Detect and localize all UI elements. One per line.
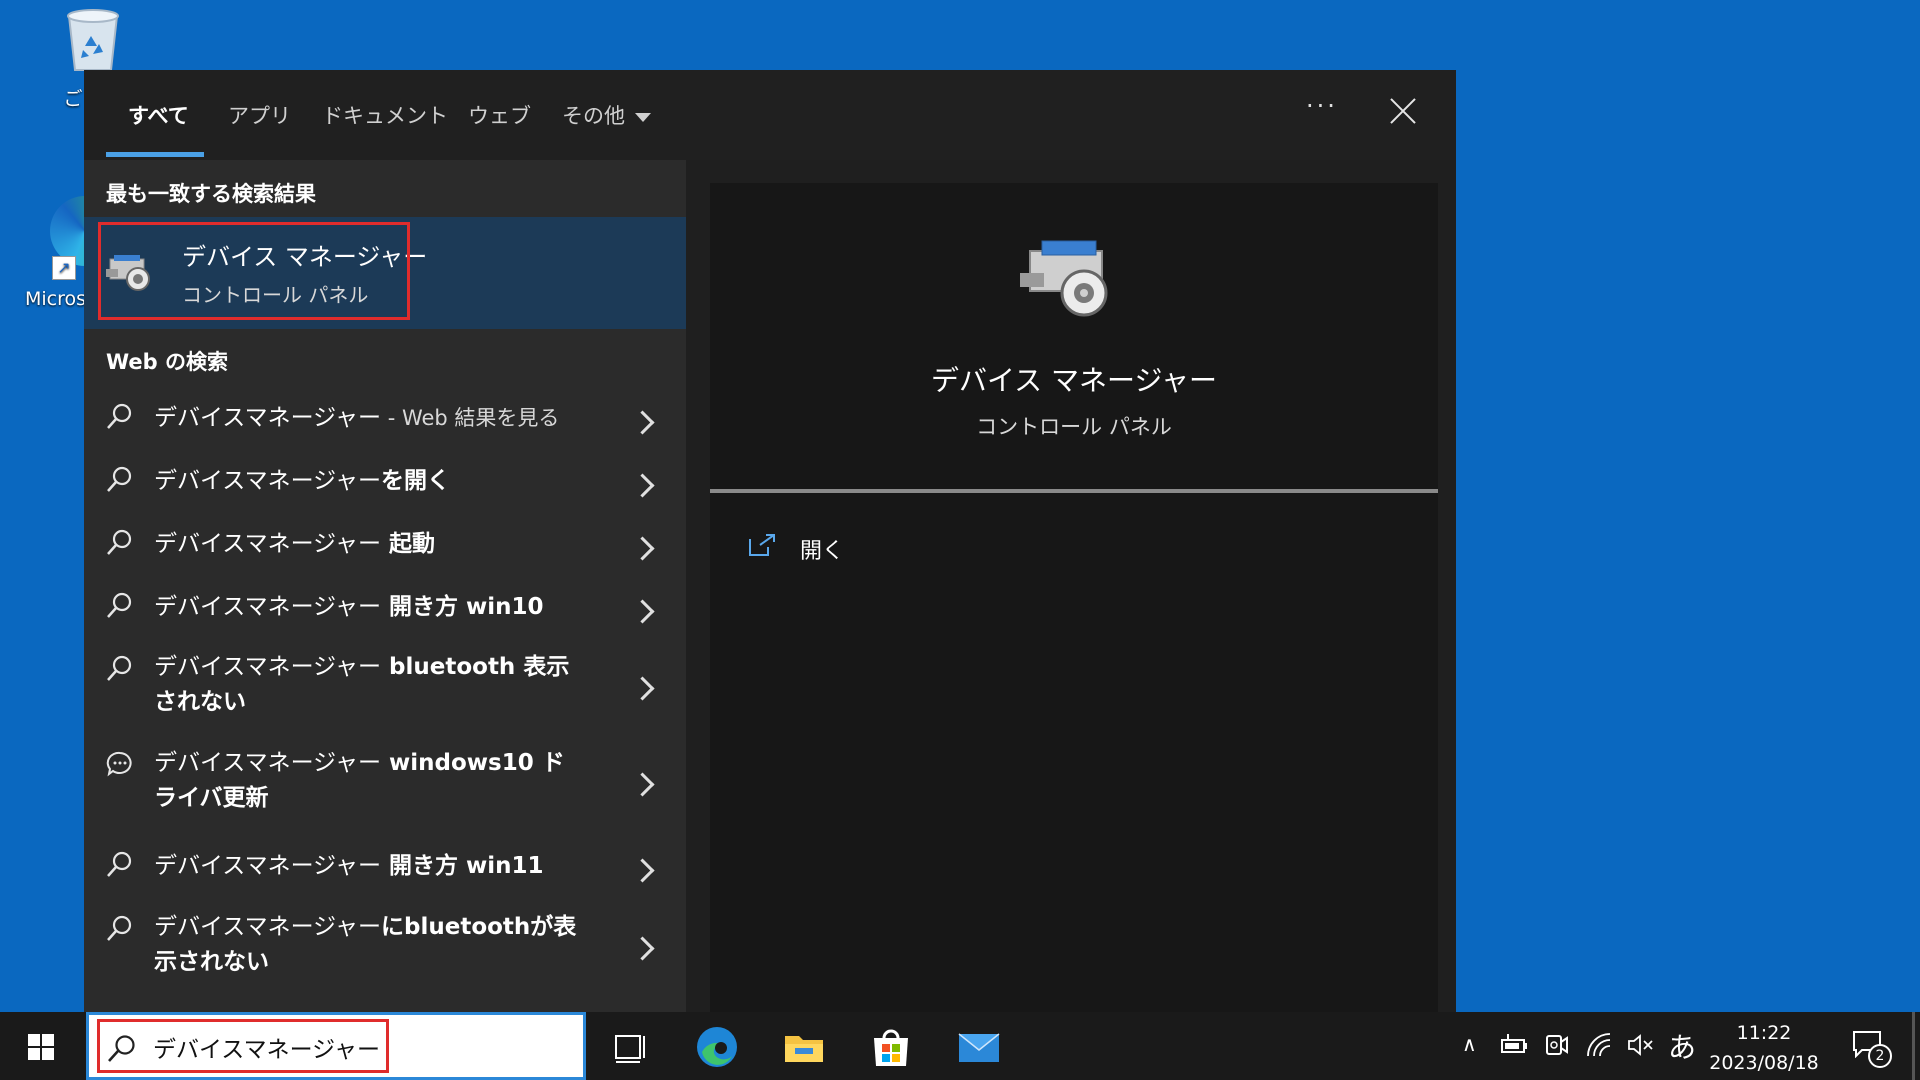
result-suffix: 開き方 win10: [381, 594, 544, 620]
result-query: デバイスマネージャー: [154, 750, 382, 776]
web-result-item[interactable]: デバイスマネージャー - Web 結果を見る: [84, 394, 686, 444]
search-icon: [107, 655, 132, 681]
divider: [710, 489, 1438, 493]
chevron-right-icon: [630, 936, 655, 961]
chevron-right-icon: [630, 676, 655, 701]
open-label: 開く: [800, 539, 845, 564]
web-result-item[interactable]: デバイスマネージャー 開き方 win11: [84, 842, 686, 892]
search-icon: [107, 529, 132, 555]
tab-web[interactable]: ウェブ: [468, 100, 531, 130]
web-result-item[interactable]: デバイスマネージャー windows10 ドライバ更新: [84, 742, 686, 822]
device-manager-icon: [1020, 237, 1120, 323]
tab-apps[interactable]: アプリ: [228, 100, 291, 130]
edge-label: Micros: [25, 288, 87, 310]
recycle-bin-icon: [63, 6, 123, 72]
result-query: デバイスマネージャー: [154, 468, 382, 494]
best-match-heading: 最も一致する検索結果: [106, 182, 316, 206]
mail-icon[interactable]: [956, 1024, 1002, 1070]
tab-documents[interactable]: ドキュメント: [322, 100, 448, 130]
close-icon[interactable]: [1386, 94, 1420, 128]
preview-subtitle: コントロール パネル: [976, 415, 1172, 439]
clock-time: 11:22: [1736, 1022, 1792, 1044]
windows-start-icon[interactable]: [28, 1034, 54, 1060]
result-query: デバイスマネージャー: [154, 853, 382, 879]
task-view-icon[interactable]: [608, 1024, 654, 1070]
chevron-right-icon: [630, 772, 655, 797]
tab-more[interactable]: その他: [562, 100, 651, 130]
web-result-item[interactable]: デバイスマネージャー 起動: [84, 520, 686, 570]
result-suffix: 起動: [381, 531, 436, 557]
ime-indicator[interactable]: あ: [1668, 1026, 1696, 1066]
result-query: デバイスマネージャー: [154, 914, 382, 940]
battery-icon[interactable]: [1500, 1032, 1530, 1058]
highlight-box: [98, 222, 410, 320]
preview-pane: デバイス マネージャー コントロール パネル 開く: [710, 183, 1438, 1012]
active-tab-indicator: [106, 152, 204, 157]
result-suffix: を開く: [381, 468, 451, 494]
chevron-right-icon: [630, 858, 655, 883]
chevron-up-icon[interactable]: ∧: [1462, 1032, 1477, 1056]
search-panel: すべて アプリ ドキュメント ウェブ その他 ··· 最も一致する検索結果 デバ…: [84, 70, 1456, 1012]
network-icon[interactable]: [1586, 1032, 1614, 1058]
result-query: デバイスマネージャー: [154, 594, 382, 620]
tab-more-label: その他: [562, 104, 625, 128]
result-query: デバイスマネージャー: [154, 654, 382, 680]
chevron-right-icon: [630, 473, 655, 498]
caret-down-icon: [635, 112, 651, 122]
search-icon: [107, 466, 132, 492]
result-suffix: 開き方 win11: [381, 853, 544, 879]
edge-browser-icon[interactable]: [694, 1024, 740, 1070]
chevron-right-icon: [630, 536, 655, 561]
web-result-item[interactable]: デバイスマネージャーを開く: [84, 457, 686, 507]
notification-center-button[interactable]: 2: [1852, 1030, 1892, 1068]
filter-tabs: すべて アプリ ドキュメント ウェブ その他 ···: [84, 70, 1456, 160]
show-desktop-button[interactable]: [1912, 1012, 1915, 1080]
result-query: デバイスマネージャー: [154, 405, 382, 431]
web-result-item[interactable]: デバイスマネージャーにbluetoothが表示されない: [84, 906, 686, 986]
volume-muted-icon[interactable]: [1626, 1032, 1654, 1058]
shortcut-arrow-icon: ↗: [52, 256, 76, 280]
web-result-item[interactable]: デバイスマネージャー 開き方 win10: [84, 583, 686, 633]
web-result-item[interactable]: デバイスマネージャー bluetooth 表示されない: [84, 646, 686, 726]
result-suffix: - Web 結果を見る: [381, 406, 560, 430]
results-list: 最も一致する検索結果 デバイス マネージャー コントロール パネル Web の検…: [84, 160, 686, 1012]
search-icon: [107, 403, 132, 429]
more-options-button[interactable]: ···: [1306, 92, 1338, 120]
web-search-heading: Web の検索: [106, 350, 229, 374]
open-external-icon: [749, 534, 775, 556]
chevron-right-icon: [630, 599, 655, 624]
system-clock[interactable]: 11:22 2023/08/18: [1698, 1018, 1830, 1078]
chevron-right-icon: [630, 410, 655, 435]
meet-now-icon[interactable]: [1544, 1032, 1570, 1058]
clock-date: 2023/08/18: [1709, 1052, 1819, 1074]
result-query: デバイスマネージャー: [154, 531, 382, 557]
tab-all[interactable]: すべて: [128, 100, 189, 130]
microsoft-store-icon[interactable]: [868, 1024, 914, 1070]
highlight-box: [97, 1019, 389, 1073]
preview-title: デバイス マネージャー: [930, 364, 1218, 397]
file-explorer-icon[interactable]: [781, 1024, 827, 1070]
notification-badge: 2: [1868, 1044, 1892, 1068]
search-icon: [107, 592, 132, 618]
search-icon: [107, 915, 132, 941]
chat-icon: [106, 751, 132, 777]
search-icon: [107, 851, 132, 877]
